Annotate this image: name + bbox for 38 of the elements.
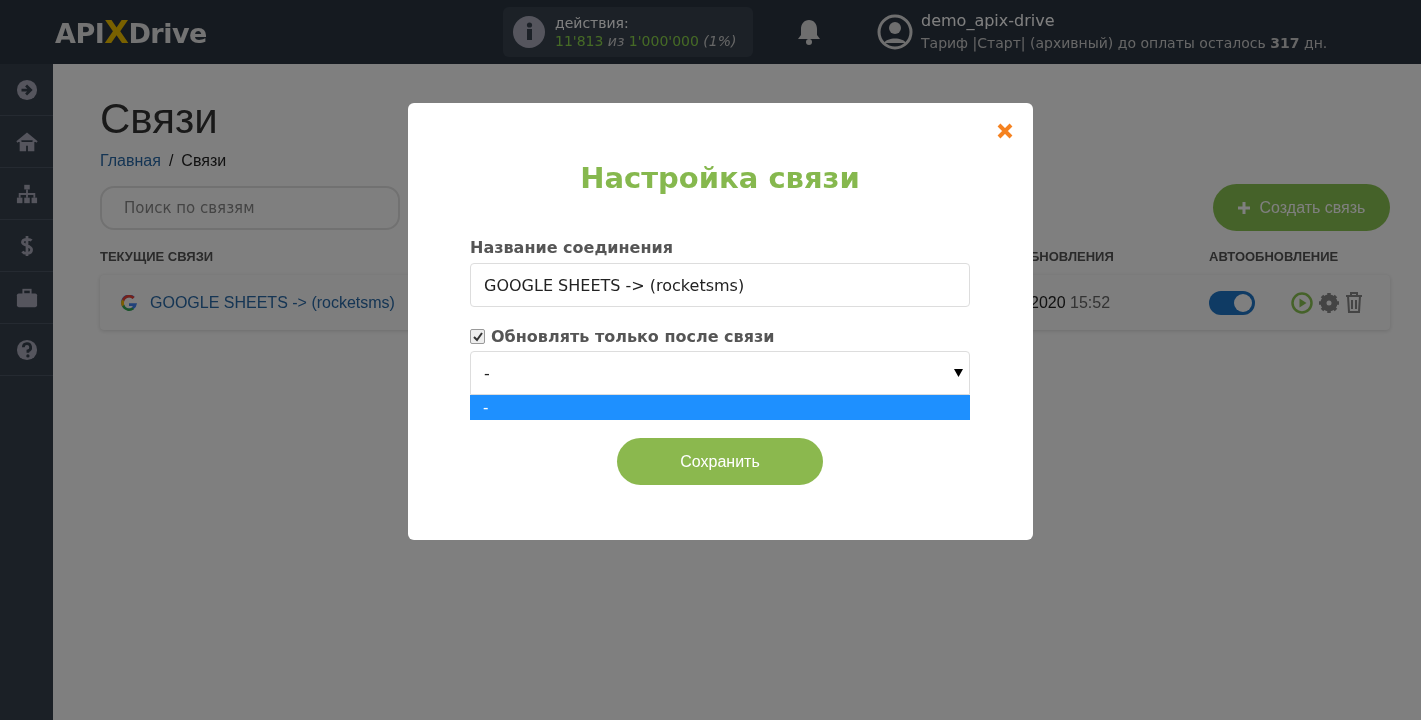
create-button[interactable]: Создать связь: [1213, 184, 1390, 231]
avatar-icon[interactable]: [877, 14, 913, 50]
briefcase-icon[interactable]: [15, 286, 38, 309]
trash-icon[interactable]: [1345, 292, 1363, 313]
logo[interactable]: APIXDrive: [55, 13, 503, 51]
bell-icon[interactable]: [797, 19, 821, 45]
help-icon[interactable]: [15, 338, 38, 361]
autoupdate-toggle[interactable]: [1209, 290, 1255, 315]
home-icon[interactable]: [15, 130, 38, 153]
checkbox[interactable]: [470, 329, 485, 344]
actions-count: 11'813 из 1'000'000 (1%): [555, 32, 737, 50]
google-icon: [121, 294, 137, 311]
sitemap-icon[interactable]: [15, 182, 38, 205]
user-name[interactable]: demo_apix-drive: [921, 10, 1328, 32]
connection-link[interactable]: GOOGLE SHEETS -> (rocketsms): [150, 293, 395, 312]
select-field[interactable]: -: [470, 351, 970, 395]
breadcrumb-separator: /: [168, 152, 174, 170]
plan-info: Тариф |Старт| (архивный) до оплаты осталось 317 дн.: [921, 34, 1328, 54]
column-header: АВТООБНОВЛЕНИЕ: [1209, 249, 1339, 266]
page-title: Связи: [100, 94, 218, 144]
search-field[interactable]: Поиск по связям: [100, 185, 400, 230]
breadcrumb-current: Связи: [181, 152, 227, 170]
play-icon[interactable]: [1291, 291, 1313, 314]
column-header: ТЕКУЩИЕ СВЯЗИ: [100, 249, 214, 266]
breadcrumb-link[interactable]: Главная: [100, 152, 161, 170]
dropdown-option[interactable]: -: [470, 395, 970, 420]
caret-icon: [954, 369, 963, 377]
name-input-field[interactable]: GOOGLE SHEETS -> (rocketsms): [470, 263, 970, 307]
arrow-right-icon[interactable]: [15, 78, 38, 101]
field-label: Название соединения: [470, 238, 674, 257]
close-icon[interactable]: [997, 123, 1013, 139]
checkbox-label[interactable]: Обновлять только после связи: [491, 327, 775, 346]
info-icon: [513, 16, 545, 48]
plus-icon: [1237, 201, 1250, 214]
settings-icon[interactable]: [1319, 292, 1339, 313]
modal-title: Настройка связи: [579, 160, 861, 197]
actions-label: действия:: [555, 14, 630, 32]
save-button[interactable]: Сохранить: [617, 438, 823, 485]
